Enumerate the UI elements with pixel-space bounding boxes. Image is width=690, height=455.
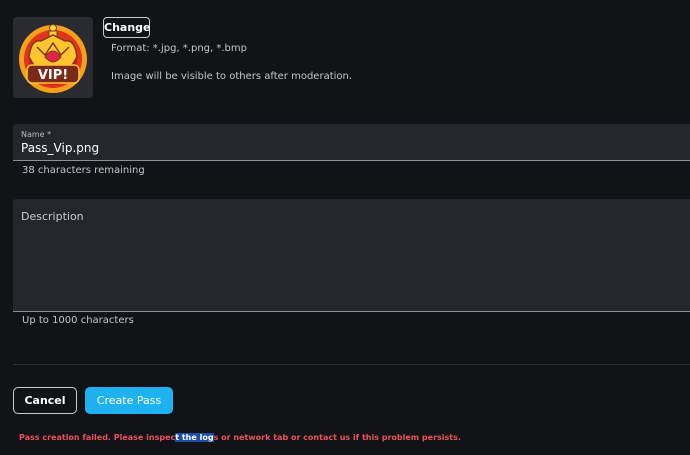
cancel-button[interactable]: Cancel [13,387,77,414]
error-message: Pass creation failed. Please inspect the… [19,433,461,442]
name-field[interactable]: Name * Pass_Vip.png [13,124,690,161]
description-character-limit: Up to 1000 characters [22,315,134,326]
error-text-end: s or network tab or contact us if this p… [213,433,461,442]
image-format-hint: Format: *.jpg, *.png, *.bmp [111,43,247,54]
name-input[interactable]: Pass_Vip.png [21,141,99,155]
moderation-notice: Image will be visible to others after mo… [111,71,353,82]
vip-badge-text: VIP! [38,68,68,83]
change-image-button[interactable]: Change [103,17,151,38]
vip-crown-icon: VIP! [13,17,93,98]
error-text-selected: t the log [175,433,214,442]
name-characters-remaining: 38 characters remaining [22,165,145,176]
description-field[interactable]: Description [13,199,690,312]
name-field-label: Name * [21,130,52,139]
create-pass-form: VIP! Change Format: *.jpg, *.png, *.bmp … [0,0,690,455]
create-pass-button[interactable]: Create Pass [85,387,173,414]
error-text-start: Pass creation failed. Please inspec [19,433,176,442]
description-placeholder: Description [21,210,84,223]
pass-image-thumbnail: VIP! [13,17,93,98]
actions-divider [13,364,690,365]
